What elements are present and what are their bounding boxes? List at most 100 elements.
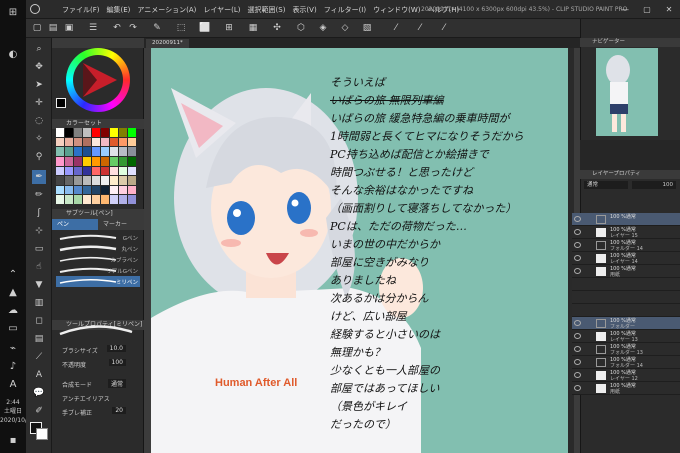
color-swatch[interactable]: [128, 185, 136, 195]
color-swatch[interactable]: [83, 166, 91, 176]
navigator-header[interactable]: ナビゲーター: [580, 38, 680, 47]
color-swatch[interactable]: [83, 128, 91, 137]
new-file-icon[interactable]: ▢: [30, 22, 44, 35]
open-file-icon[interactable]: ▤: [46, 22, 60, 35]
menu-item[interactable]: アニメーション(A): [137, 5, 196, 15]
menu-item[interactable]: 表示(V): [292, 5, 316, 15]
balloon-tool-icon[interactable]: 💬: [32, 386, 46, 400]
color-swatch[interactable]: [65, 156, 73, 166]
color-swatch[interactable]: [74, 137, 82, 147]
color-swatch[interactable]: [92, 128, 100, 137]
correct-line-icon[interactable]: ✐: [32, 404, 46, 418]
layer-row[interactable]: 100 %通常 フォルダー 14: [572, 239, 680, 252]
eye-icon[interactable]: [574, 333, 581, 339]
color-swatch[interactable]: [101, 185, 109, 195]
tray-display-icon[interactable]: ▭: [5, 322, 21, 336]
input-method-icon[interactable]: A: [5, 378, 21, 392]
color-swatch[interactable]: [83, 137, 91, 147]
color-swatch[interactable]: [74, 185, 82, 195]
color-swatch[interactable]: [56, 147, 64, 156]
text-tool-icon[interactable]: A: [32, 368, 46, 382]
color-swatch[interactable]: [110, 128, 118, 137]
brush-item[interactable]: Gペン: [56, 232, 140, 243]
brush-item[interactable]: カブラペン: [56, 254, 140, 265]
eye-icon[interactable]: [574, 242, 581, 248]
brush-item[interactable]: 丸ペン: [56, 243, 140, 254]
color-swatch[interactable]: [101, 166, 109, 176]
frame-tool-icon[interactable]: ▤: [32, 332, 46, 346]
color-swatch[interactable]: [92, 137, 100, 147]
color-set-swatches[interactable]: [56, 128, 136, 204]
color-swatch[interactable]: [74, 195, 82, 204]
notification-icon[interactable]: ▪: [5, 434, 21, 448]
select-icon[interactable]: ⬜: [198, 22, 212, 35]
color-swatch[interactable]: [119, 185, 127, 195]
color-swatch[interactable]: [65, 128, 73, 137]
brush-tool-icon[interactable]: ʃ: [32, 206, 46, 220]
layer-row[interactable]: 100 %通常 レイヤー 13: [572, 330, 680, 343]
color-swatch[interactable]: [56, 137, 64, 147]
eye-icon[interactable]: [574, 320, 581, 326]
color-swatch[interactable]: [101, 156, 109, 166]
menu-item[interactable]: 選択範囲(S): [248, 5, 286, 15]
eye-icon[interactable]: [574, 372, 581, 378]
menu-icon[interactable]: ☰: [86, 22, 100, 35]
prop-value[interactable]: 100: [108, 359, 126, 366]
color-triangle[interactable]: [73, 55, 123, 105]
color-swatch[interactable]: [110, 166, 118, 176]
color-swatch[interactable]: [128, 128, 136, 137]
ruler-icon[interactable]: ✣: [270, 22, 284, 35]
document-tab[interactable]: 20200911*: [146, 39, 189, 48]
current-color-icon[interactable]: [56, 98, 66, 108]
color-swatch[interactable]: [74, 156, 82, 166]
color-swatch[interactable]: [65, 176, 73, 185]
color-swatch[interactable]: [119, 147, 127, 156]
color-wheel-header[interactable]: [52, 38, 144, 48]
color-swatch[interactable]: [101, 147, 109, 156]
layer-row[interactable]: 100 %通常 レイヤー 12: [572, 369, 680, 382]
eye-icon[interactable]: [574, 216, 581, 222]
eye-icon[interactable]: [574, 268, 581, 274]
layer-row[interactable]: [572, 278, 680, 291]
menu-item[interactable]: レイヤー(L): [203, 5, 240, 15]
prop-blend-mode[interactable]: 合成モード 通常: [56, 378, 140, 389]
layer-row[interactable]: [572, 304, 680, 317]
menu-item[interactable]: フィルター(I): [324, 5, 366, 15]
color-swatch[interactable]: [83, 176, 91, 185]
tray-cloud-icon[interactable]: ☁: [5, 304, 21, 318]
eye-icon[interactable]: [574, 385, 581, 391]
color-swatch[interactable]: [119, 195, 127, 204]
menu-item[interactable]: ファイル(F): [62, 5, 100, 15]
volume-icon[interactable]: ♪: [5, 360, 21, 374]
color-swatch[interactable]: [83, 156, 91, 166]
maximize-icon[interactable]: ▢: [636, 0, 658, 19]
layer-move-icon[interactable]: ✛: [32, 96, 46, 110]
undo-icon[interactable]: ↶: [110, 22, 124, 35]
color-swatch[interactable]: [92, 176, 100, 185]
color-swatch[interactable]: [56, 166, 64, 176]
layer-row[interactable]: 100 %通常 用紙: [572, 265, 680, 278]
color-swatch[interactable]: [65, 185, 73, 195]
color-swatch[interactable]: [65, 147, 73, 156]
layer-panel-header[interactable]: レイヤープロパティ: [580, 170, 680, 179]
color-swatch[interactable]: [128, 156, 136, 166]
color-swatch[interactable]: [119, 137, 127, 147]
color-swatch[interactable]: [128, 137, 136, 147]
menu-item[interactable]: ウィンドウ(W): [373, 5, 420, 15]
brush-item-selected[interactable]: ミリペン: [56, 276, 140, 287]
layer-row[interactable]: 100 %通常 フォルダー 14: [572, 356, 680, 369]
layer-blend-mode[interactable]: 通常: [584, 181, 628, 189]
eye-icon[interactable]: [574, 229, 581, 235]
blend-tool-icon[interactable]: ☝: [32, 260, 46, 274]
prop-brush-size[interactable]: ブラシサイズ 10.0: [56, 344, 140, 355]
color-swatch[interactable]: [56, 176, 64, 185]
color-swatch[interactable]: [56, 156, 64, 166]
snap-ruler-icon[interactable]: ◈: [316, 22, 330, 35]
redo-icon[interactable]: ↷: [126, 22, 140, 35]
sub-tool-header[interactable]: サブツール[ペン]: [52, 209, 144, 219]
color-swatch[interactable]: [83, 195, 91, 204]
eye-icon[interactable]: [574, 359, 581, 365]
layer-row[interactable]: 100 %通常 フォルダー: [572, 317, 680, 330]
snap-grid-icon[interactable]: ▧: [360, 22, 374, 35]
color-swatch[interactable]: [110, 176, 118, 185]
